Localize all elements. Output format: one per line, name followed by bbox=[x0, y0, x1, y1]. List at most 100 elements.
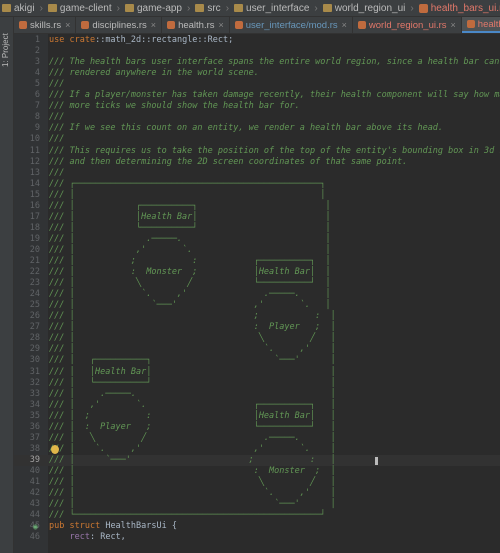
code-line[interactable]: 25 /// │ `───' ,' `. │ bbox=[14, 300, 500, 311]
close-tab-icon[interactable]: × bbox=[451, 20, 456, 30]
breadcrumb-item[interactable]: akigi bbox=[0, 3, 37, 14]
breadcrumb-item[interactable]: health_bars_ui.rs bbox=[417, 3, 500, 14]
code-line[interactable]: 12 /// and then determining the 2D screen… bbox=[14, 157, 500, 168]
code-line[interactable]: 3 /// The health bars user interface span… bbox=[14, 57, 500, 68]
code-line[interactable]: 26 /// │ ; : │ bbox=[14, 311, 500, 322]
editor-tab[interactable]: disciplines.rs × bbox=[76, 17, 163, 33]
code-line[interactable]: 22 /// │ : Monster ; │Health Bar│ │ bbox=[14, 267, 500, 278]
rust-file-icon bbox=[466, 20, 475, 28]
project-panel-label[interactable]: 1: Project bbox=[1, 33, 10, 67]
code-line[interactable]: 33 /// │ .─────. │ bbox=[14, 389, 500, 400]
code-text: /// │ └──────────┘ │ bbox=[49, 222, 331, 233]
lightbulb-icon[interactable] bbox=[51, 444, 59, 454]
code-line[interactable]: 37 /// │ ╲ ╱ .─────. │ bbox=[14, 433, 500, 444]
editor-tab[interactable]: health_bars_ui.rs× bbox=[461, 17, 500, 33]
close-tab-icon[interactable]: × bbox=[151, 20, 156, 30]
code-line[interactable]: 39 /// │ `───' ; : │ bbox=[14, 454, 500, 466]
breadcrumb-item[interactable]: world_region_ui bbox=[321, 3, 408, 14]
code-line[interactable]: 43 /// │ `───' │ bbox=[14, 499, 500, 510]
close-tab-icon[interactable]: × bbox=[65, 20, 70, 30]
line-number: 24 bbox=[29, 289, 40, 300]
code-text: /// │ ; : ┌──────────┐ │ bbox=[49, 256, 331, 266]
code-line[interactable]: 13 /// bbox=[14, 168, 500, 179]
code-line[interactable]: 10 /// bbox=[14, 134, 500, 145]
code-line[interactable]: 20 /// │ ,' `. │ bbox=[14, 245, 500, 256]
code-text: /// │ `───' │ bbox=[49, 499, 336, 510]
line-number: 38 bbox=[29, 443, 40, 454]
line-number: 26 bbox=[29, 311, 40, 322]
code-line[interactable]: 34 /// │ ,' `. ┌──────────┐ │ bbox=[14, 400, 500, 411]
line-number: 37 bbox=[29, 432, 40, 443]
code-line[interactable]: 1 use crate::math_2d::rectangle::Rect; bbox=[14, 35, 500, 46]
code-text: /// └───────────────────────────────────… bbox=[49, 510, 326, 521]
line-number: 23 bbox=[29, 278, 40, 289]
code-line[interactable]: 36 /// │ : Player ; └──────────┘ │ bbox=[14, 422, 500, 433]
code-line[interactable]: 42 /// │ `. ,' │ bbox=[14, 488, 500, 499]
code-line[interactable]: 45 pub struct HealthBarsUi {◉ bbox=[14, 521, 500, 532]
code-text: /// │ ,' `. ┌──────────┐ │ bbox=[49, 399, 336, 410]
line-number: 19 bbox=[29, 233, 40, 244]
project-tool-window-strip[interactable]: 1: Project bbox=[0, 17, 14, 553]
code-line[interactable]: 21 /// │ ; : ┌──────────┐ │ bbox=[14, 256, 500, 267]
code-line[interactable]: 31 /// │ │Health Bar│ │ bbox=[14, 367, 500, 378]
code-text: /// │ : Monster ; │ bbox=[49, 465, 336, 476]
code-line[interactable]: 38 /// │ `. ,' ,' `. │ bbox=[14, 444, 500, 455]
line-number: 3 bbox=[34, 57, 40, 68]
code-line[interactable]: 41 /// │ ╲ ╱ │ bbox=[14, 477, 500, 488]
code-line[interactable]: 6 /// If a player/monster has taken damag… bbox=[14, 90, 500, 101]
code-line[interactable]: 15 /// │ │ bbox=[14, 190, 500, 201]
code-line[interactable]: 11 /// This requires us to take the posit… bbox=[14, 146, 500, 157]
editor-tab[interactable]: user_interface/mod.rs × bbox=[230, 17, 353, 33]
code-editor[interactable]: 1 use crate::math_2d::rectangle::Rect; 2 3/… bbox=[14, 34, 500, 553]
code-line[interactable]: 18 /// │ └──────────┘ │ bbox=[14, 223, 500, 234]
line-number: 22 bbox=[29, 267, 40, 278]
code-text: /// │ `. ,' │ bbox=[49, 488, 336, 499]
code-line[interactable]: 5 /// bbox=[14, 79, 500, 90]
code-line[interactable]: 35 /// │ ; : │Health Bar│ │ bbox=[14, 411, 500, 422]
breadcrumb-item[interactable]: user_interface bbox=[232, 3, 311, 14]
breadcrumb-label: health_bars_ui.rs bbox=[430, 2, 500, 14]
code-line[interactable]: 29 /// │ `. ,' │ bbox=[14, 344, 500, 355]
editor-tab[interactable]: health.rs × bbox=[162, 17, 230, 33]
editor-tab[interactable]: skills.rs × bbox=[14, 17, 77, 33]
code-line[interactable]: 30 /// │ ┌──────────┐ `───' │ bbox=[14, 355, 500, 366]
code-line[interactable]: 27 /// │ : Player ; │ bbox=[14, 322, 500, 333]
code-line[interactable]: 7 /// more ticks we should show the healt… bbox=[14, 101, 500, 112]
code-text: /// The health bars user interface spans… bbox=[49, 57, 500, 68]
close-tab-icon[interactable]: × bbox=[342, 20, 347, 30]
code-text: /// │ : Monster ; │Health Bar│ │ bbox=[49, 267, 331, 278]
code-line[interactable]: 23 /// │ ╲ ╱ └──────────┘ │ bbox=[14, 278, 500, 289]
text-caret bbox=[375, 456, 378, 465]
close-tab-icon[interactable]: × bbox=[219, 20, 224, 30]
code-line[interactable]: 8 /// bbox=[14, 112, 500, 123]
code-line[interactable]: 19 /// │ .─────. │ bbox=[14, 234, 500, 245]
line-number: 15 bbox=[29, 189, 40, 200]
code-text: rect: Rect, bbox=[69, 532, 126, 543]
code-line[interactable]: 40 /// │ : Monster ; │ bbox=[14, 466, 500, 477]
code-text: /// bbox=[49, 134, 65, 145]
code-line[interactable]: 32 /// │ └──────────┘ │ bbox=[14, 378, 500, 389]
rust-file-icon bbox=[19, 21, 27, 29]
line-number: 42 bbox=[29, 488, 40, 499]
breadcrumb-item[interactable]: game-client bbox=[46, 3, 114, 14]
breadcrumb-item[interactable]: src bbox=[193, 3, 222, 14]
code-line[interactable]: 24 /// │ `. ,' .─────. │ bbox=[14, 289, 500, 300]
implementations-gutter-icon[interactable]: ◉ bbox=[33, 522, 41, 531]
line-number: 30 bbox=[29, 355, 40, 366]
code-line[interactable]: 46 rect: Rect, bbox=[14, 532, 500, 543]
code-line[interactable]: 9 /// If we see this count on an entity, … bbox=[14, 123, 500, 134]
code-line[interactable]: 28 /// │ ╲ ╱ │ bbox=[14, 333, 500, 344]
folder-icon bbox=[124, 4, 134, 12]
editor-tab[interactable]: world_region_ui.rs × bbox=[353, 17, 462, 33]
code-text: /// │ └──────────┘ │ bbox=[49, 377, 336, 388]
breadcrumb-item[interactable]: game-app bbox=[123, 3, 184, 14]
code-text: /// If we see this count on an entity, w… bbox=[49, 123, 444, 134]
line-number: 2 bbox=[34, 46, 40, 57]
code-line[interactable]: 17 /// │ │Health Bar│ │ bbox=[14, 212, 500, 223]
code-line[interactable]: 44 /// └─────────────────────────────────… bbox=[14, 510, 500, 521]
code-line[interactable]: 4 /// rendered anywhere in the world scen… bbox=[14, 68, 500, 79]
code-text: /// bbox=[49, 112, 65, 123]
code-line[interactable]: 16 /// │ ┌──────────┐ │ bbox=[14, 201, 500, 212]
code-line[interactable]: 14 /// ┌─────────────────────────────────… bbox=[14, 179, 500, 190]
code-line[interactable]: 2 bbox=[14, 46, 500, 57]
